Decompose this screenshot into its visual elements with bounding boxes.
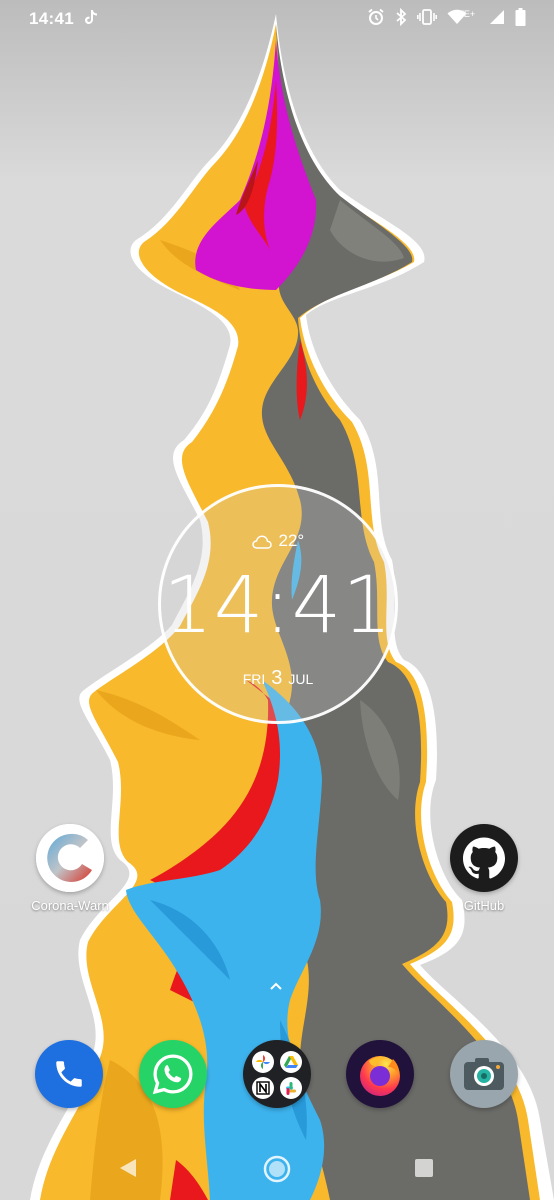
chevron-up-icon bbox=[270, 982, 282, 990]
dock-camera[interactable] bbox=[450, 1040, 518, 1108]
widget-time: 14:41 bbox=[163, 561, 393, 651]
phone-icon bbox=[56, 1061, 82, 1087]
tiktok-icon bbox=[84, 9, 98, 30]
day-of-week: FRI bbox=[242, 671, 266, 687]
recents-square-icon bbox=[415, 1159, 433, 1177]
back-button[interactable] bbox=[118, 1157, 138, 1184]
dock-phone[interactable] bbox=[35, 1040, 103, 1108]
home-button[interactable] bbox=[262, 1154, 292, 1189]
status-bar: 14:41 LTE+ bbox=[0, 0, 554, 40]
app-label: Corona-Warn bbox=[31, 898, 109, 913]
app-folder-icon bbox=[252, 1051, 302, 1099]
vibrate-icon bbox=[417, 8, 437, 26]
app-github[interactable]: GitHub bbox=[440, 824, 528, 913]
dock-firefox[interactable] bbox=[346, 1040, 414, 1108]
firefox-icon bbox=[360, 1056, 400, 1096]
clock-widget[interactable]: 22° 14:41 FRI 3 JUL bbox=[158, 484, 398, 724]
navigation-bar bbox=[0, 1140, 554, 1200]
wifi-icon bbox=[447, 9, 467, 25]
widget-date: FRI 3 JUL bbox=[161, 667, 395, 690]
app-label: GitHub bbox=[463, 898, 505, 913]
app-corona-warn[interactable]: Corona-Warn bbox=[26, 824, 114, 913]
day-number: 3 bbox=[271, 667, 283, 689]
recents-button[interactable] bbox=[414, 1158, 434, 1183]
status-time: 14:41 bbox=[29, 9, 74, 28]
cloud-icon bbox=[252, 531, 279, 550]
github-icon bbox=[450, 824, 518, 892]
dock-app-folder[interactable] bbox=[243, 1040, 311, 1108]
signal-icon bbox=[489, 9, 505, 25]
temperature: 22° bbox=[278, 531, 305, 550]
back-triangle-icon bbox=[120, 1159, 136, 1177]
corona-warn-icon bbox=[36, 824, 104, 892]
alarm-icon bbox=[367, 8, 385, 26]
month: JUL bbox=[288, 671, 314, 687]
battery-icon bbox=[515, 8, 526, 26]
dock-whatsapp[interactable] bbox=[139, 1040, 207, 1108]
bluetooth-icon bbox=[395, 8, 407, 26]
home-circle-icon bbox=[263, 1155, 291, 1183]
weather-info: 22° bbox=[161, 531, 395, 551]
app-drawer-handle[interactable] bbox=[266, 980, 286, 999]
whatsapp-icon bbox=[152, 1054, 193, 1095]
camera-icon bbox=[464, 1058, 504, 1090]
status-icons bbox=[367, 8, 526, 26]
